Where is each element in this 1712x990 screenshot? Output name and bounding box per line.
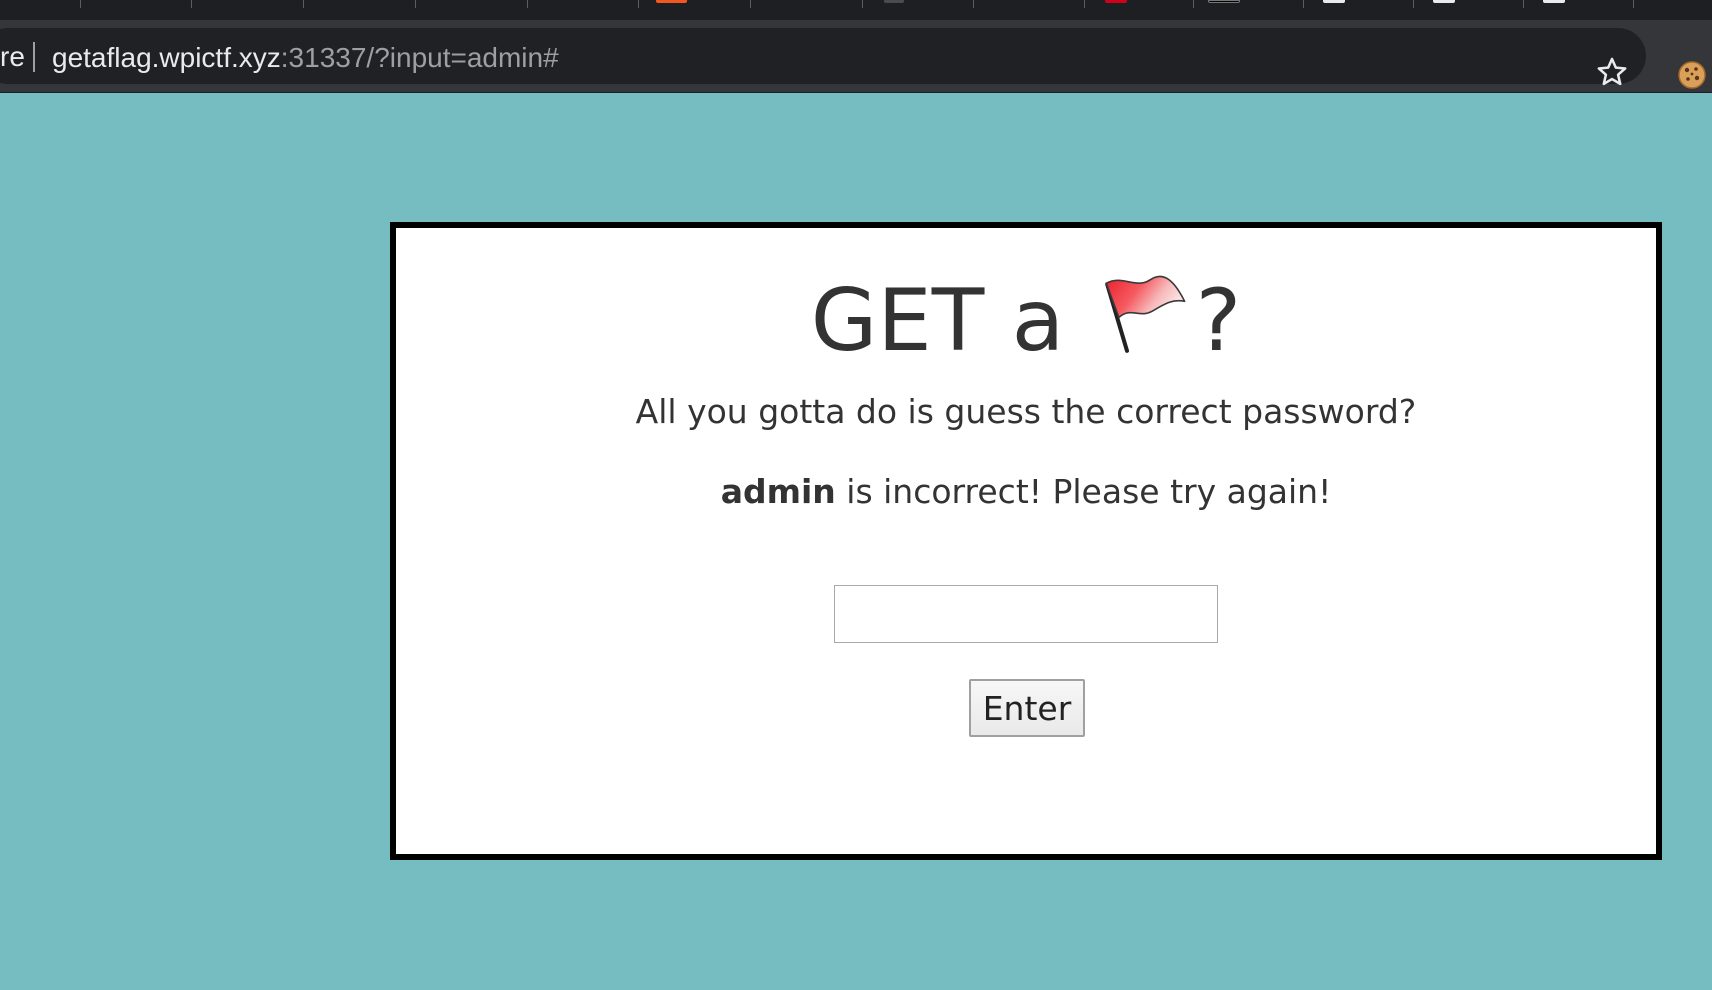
instructions-text: All you gotta do is guess the correct pa… [635,392,1417,431]
url-host[interactable]: getaflag.wpictf.xyz [52,42,281,73]
cookie-icon[interactable] [1677,60,1707,90]
title-suffix: ? [1195,271,1242,371]
tab-separator [638,0,639,8]
tab-separator [1413,0,1414,8]
tab-separator [750,0,751,8]
tab-separator [1303,0,1304,8]
tab-favicon[interactable] [1543,0,1565,3]
tab-separator [191,0,192,8]
star-outline-icon[interactable] [1595,55,1629,89]
url-path[interactable]: :31337/?input=admin# [281,42,559,73]
url-text[interactable]: getaflag.wpictf.xyz:31337/?input=admin# [52,41,559,75]
tab-separator [973,0,974,8]
url-security-label[interactable]: re [0,43,25,71]
password-input[interactable] [834,585,1218,643]
tab-favicon[interactable] [1208,0,1240,3]
tab-separator [527,0,528,8]
submitted-value: admin [720,472,836,511]
red-flag-icon [1104,275,1186,353]
tab-separator [303,0,304,8]
title-text: GET a [810,271,1065,371]
error-text: is incorrect! Please try again! [835,472,1332,511]
login-card: GET a ? All you gotta do is guess the co… [390,222,1662,860]
tab-favicon[interactable] [656,0,687,3]
tab-separator [1523,0,1524,8]
tab-favicon[interactable] [1323,0,1345,3]
error-message: admin is incorrect! Please try again! [396,472,1656,512]
browser-toolbar: re getaflag.wpictf.xyz:31337/?input=admi… [0,20,1712,93]
enter-button[interactable]: Enter [969,679,1085,737]
tab-separator [80,0,81,8]
tab-separator [415,0,416,8]
url-divider [33,42,35,72]
tab-strip [0,0,1712,20]
tab-separator [1193,0,1194,8]
tab-separator [1084,0,1085,8]
tab-favicon[interactable] [1433,0,1455,3]
page-title: GET a ? [396,268,1656,371]
tab-separator [862,0,863,8]
tab-favicon[interactable] [1105,0,1127,3]
tab-separator [1633,0,1634,8]
tab-favicon[interactable] [884,0,904,3]
